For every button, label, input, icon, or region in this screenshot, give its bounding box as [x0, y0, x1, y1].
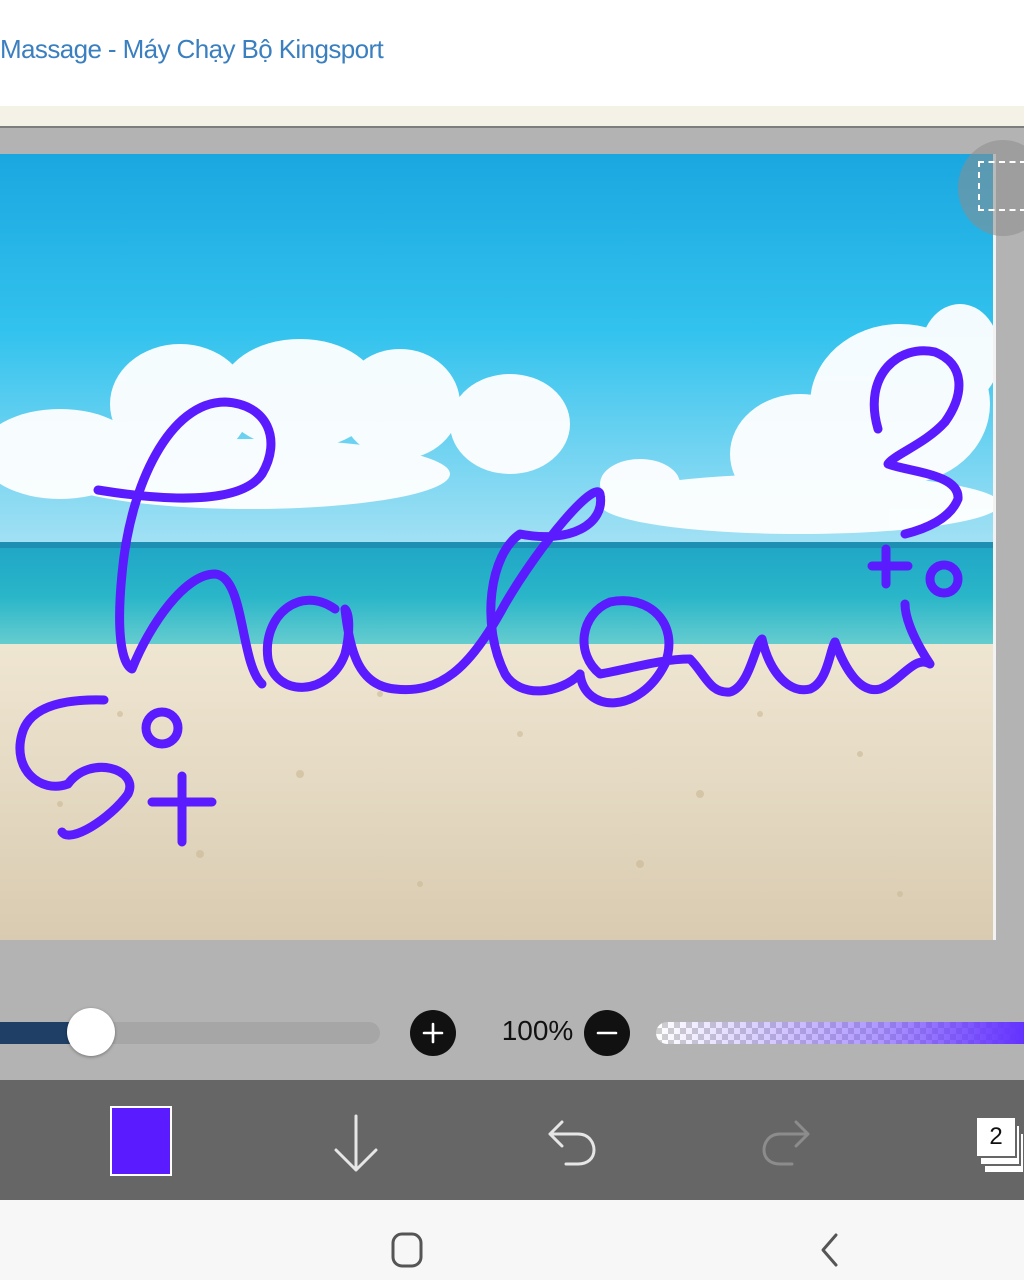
- minus-icon[interactable]: [584, 1010, 630, 1056]
- home-icon[interactable]: [391, 1232, 423, 1273]
- browser-page-header: Massage - Máy Chạy Bộ Kingsport: [0, 0, 1024, 106]
- zoom-level-label: 100%: [501, 1015, 574, 1046]
- layer-stack-front: 2: [975, 1116, 1017, 1158]
- layers-button[interactable]: 2: [975, 1116, 1024, 1176]
- selection-icon: [978, 161, 1024, 211]
- canvas-artwork: [0, 154, 996, 940]
- back-icon[interactable]: [818, 1232, 842, 1273]
- sand-background: [0, 644, 996, 940]
- opacity-slider[interactable]: [656, 1022, 1024, 1044]
- redo-icon[interactable]: [758, 1116, 814, 1175]
- plus-icon[interactable]: [410, 1010, 456, 1056]
- arrow-down-icon[interactable]: [330, 1112, 382, 1181]
- page-title-link[interactable]: Massage - Máy Chạy Bộ Kingsport: [0, 34, 384, 65]
- brush-size-slider-handle[interactable]: [67, 1008, 115, 1056]
- current-color-swatch[interactable]: [110, 1106, 172, 1176]
- layer-count-label: 2: [989, 1123, 1003, 1150]
- drawing-canvas[interactable]: [0, 154, 996, 940]
- horizon-line: [0, 542, 996, 548]
- canvas-border: [993, 154, 996, 940]
- header-strip: [0, 106, 1024, 126]
- system-navigation-bar: [0, 1200, 1024, 1280]
- undo-icon[interactable]: [544, 1116, 600, 1175]
